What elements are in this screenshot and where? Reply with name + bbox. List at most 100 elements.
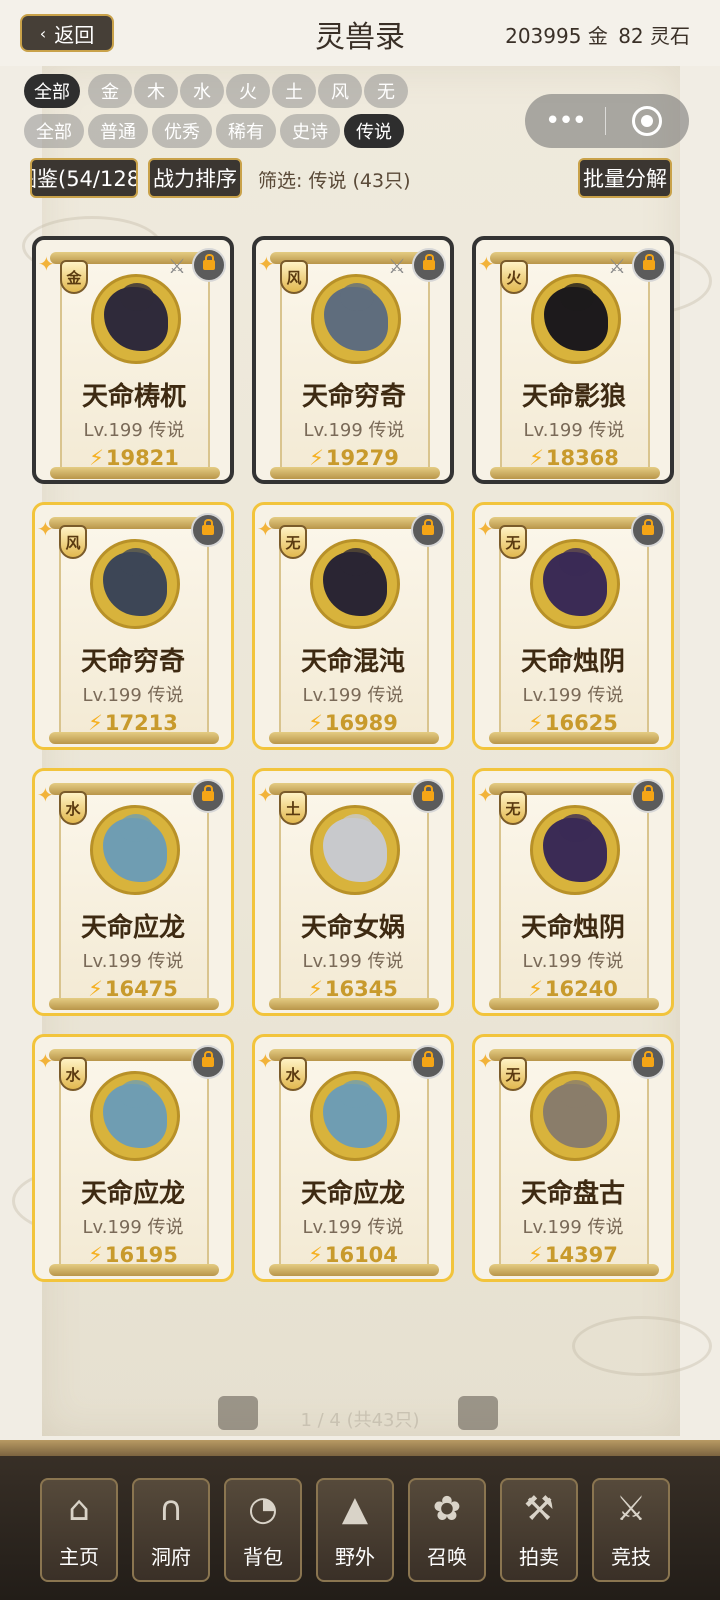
rarity-filter-chip[interactable]: 传说 — [344, 114, 404, 148]
element-filter-chip[interactable]: 风 — [318, 74, 362, 108]
lock-icon — [202, 519, 214, 535]
beast-card[interactable]: ✦ 无 天命混沌 Lv.199 传说 ⚡16989 — [252, 502, 454, 750]
element-badge: 无 — [499, 791, 527, 825]
stone-amount: 82 灵石 — [618, 24, 690, 48]
beast-image-head — [339, 814, 373, 842]
element-filter-chip[interactable]: 木 — [134, 74, 178, 108]
beast-card[interactable]: ✦ 无 天命盘古 Lv.199 传说 ⚡14397 — [472, 1034, 674, 1282]
collection-label: 图鉴(54/128) — [32, 167, 136, 191]
beast-power: ⚡16989 — [255, 711, 451, 735]
lock-icon — [643, 254, 655, 270]
beast-portrait — [310, 539, 400, 629]
auction-icon: ⚒ — [523, 1489, 555, 1529]
wilderness-icon: ▲ — [341, 1489, 369, 1529]
power-value: 14397 — [544, 1243, 618, 1267]
nav-item[interactable]: ∩ 洞府 — [132, 1478, 210, 1582]
lock-button[interactable] — [632, 248, 666, 282]
nav-item[interactable]: ⚔ 竞技 — [592, 1478, 670, 1582]
sparkle-icon: ✦ — [477, 783, 494, 807]
beast-level: Lv.199 传说 — [82, 1217, 184, 1238]
beast-name: 天命烛阴 — [520, 647, 625, 677]
beast-name: 天命影狼 — [521, 382, 626, 412]
lock-button[interactable] — [411, 779, 445, 813]
nav-item[interactable]: ✿ 召唤 — [408, 1478, 486, 1582]
nav-item[interactable]: ⌂ 主页 — [40, 1478, 118, 1582]
sparkle-icon: ✦ — [257, 1049, 274, 1073]
element-badge: 水 — [59, 791, 87, 825]
beast-portrait — [90, 805, 180, 895]
close-miniprogram-button[interactable] — [606, 106, 688, 136]
lightning-icon: ⚡ — [89, 446, 104, 470]
lightning-icon: ⚡ — [88, 711, 103, 735]
batch-decompose-button[interactable]: 批量分解 — [578, 158, 672, 198]
beast-card[interactable]: ✦ 火 ⚔ 天命影狼 Lv.199 传说 ⚡18368 — [472, 236, 674, 484]
sort-button[interactable]: 战力排序 — [148, 158, 242, 198]
nav-label: 竞技 — [611, 1545, 651, 1569]
sort-label: 战力排序 — [153, 167, 237, 191]
beast-image-head — [119, 1080, 153, 1108]
rarity-filter-chip[interactable]: 优秀 — [152, 114, 212, 148]
beast-card[interactable]: ✦ 土 天命女娲 Lv.199 传说 ⚡16345 — [252, 768, 454, 1016]
element-badge: 金 — [60, 260, 88, 294]
nav-item[interactable]: ▲ 野外 — [316, 1478, 394, 1582]
bag-icon: ◔ — [248, 1489, 278, 1529]
beast-card[interactable]: ✦ 风 天命穷奇 Lv.199 传说 ⚡17213 — [32, 502, 234, 750]
sparkle-icon: ✦ — [37, 1049, 54, 1073]
element-filter-chip[interactable]: 水 — [180, 74, 224, 108]
rarity-filter-chip[interactable]: 稀有 — [216, 114, 276, 148]
sparkle-icon: ✦ — [37, 783, 54, 807]
lock-icon — [422, 785, 434, 801]
element-filter-chip[interactable]: 全部 — [24, 74, 80, 108]
beast-card[interactable]: ✦ 无 天命烛阴 Lv.199 传说 ⚡16625 — [472, 502, 674, 750]
beast-image-head — [559, 1080, 593, 1108]
lock-button[interactable] — [631, 779, 665, 813]
sparkle-icon: ✦ — [477, 517, 494, 541]
lock-button[interactable] — [631, 513, 665, 547]
summon-icon: ✿ — [432, 1489, 462, 1529]
lock-button[interactable] — [192, 248, 226, 282]
nav-item[interactable]: ◔ 背包 — [224, 1478, 302, 1582]
beast-portrait — [90, 539, 180, 629]
cloud-decoration — [572, 1316, 712, 1376]
element-filter-chip[interactable]: 金 — [88, 74, 132, 108]
element-filter-chip[interactable]: 火 — [226, 74, 270, 108]
rarity-filter-chip[interactable]: 普通 — [88, 114, 148, 148]
beast-card[interactable]: ✦ 金 ⚔ 天命梼杌 Lv.199 传说 ⚡19821 — [32, 236, 234, 484]
nav-label: 主页 — [59, 1545, 99, 1569]
beast-card[interactable]: ✦ 风 ⚔ 天命穷奇 Lv.199 传说 ⚡19279 — [252, 236, 454, 484]
gold-amount: 203995 金 — [505, 24, 608, 48]
lock-button[interactable] — [191, 513, 225, 547]
nav-item[interactable]: ⚒ 拍卖 — [500, 1478, 578, 1582]
rarity-filter-chip[interactable]: 全部 — [24, 114, 84, 148]
lightning-icon: ⚡ — [528, 1243, 543, 1267]
beast-card[interactable]: ✦ 水 天命应龙 Lv.199 传说 ⚡16475 — [32, 768, 234, 1016]
rarity-filter-chip[interactable]: 史诗 — [280, 114, 340, 148]
collection-button[interactable]: 图鉴(54/128) — [30, 158, 138, 198]
lock-button[interactable] — [411, 513, 445, 547]
beast-image-head — [120, 283, 154, 311]
crossed-swords-icon: ⚔ — [388, 254, 406, 278]
lock-button[interactable] — [631, 1045, 665, 1079]
power-value: 16625 — [544, 711, 618, 735]
more-icon[interactable]: ••• — [525, 106, 605, 136]
element-filter-chip[interactable]: 土 — [272, 74, 316, 108]
beast-name: 天命应龙 — [80, 913, 185, 943]
lock-button[interactable] — [191, 1045, 225, 1079]
element-filter-chip[interactable]: 无 — [364, 74, 408, 108]
power-value: 16104 — [324, 1243, 398, 1267]
next-page-button[interactable] — [458, 1396, 498, 1430]
beast-power: ⚡16195 — [35, 1243, 231, 1267]
lock-icon — [202, 785, 214, 801]
lock-button[interactable] — [411, 1045, 445, 1079]
lightning-icon: ⚡ — [88, 1243, 103, 1267]
lock-icon — [202, 1051, 214, 1067]
lock-button[interactable] — [412, 248, 446, 282]
beast-power: ⚡16104 — [255, 1243, 451, 1267]
beast-power: ⚡17213 — [35, 711, 231, 735]
beast-card[interactable]: ✦ 水 天命应龙 Lv.199 传说 ⚡16195 — [32, 1034, 234, 1282]
beast-card[interactable]: ✦ 水 天命应龙 Lv.199 传说 ⚡16104 — [252, 1034, 454, 1282]
beast-portrait — [530, 1071, 620, 1161]
lock-button[interactable] — [191, 779, 225, 813]
power-value: 17213 — [104, 711, 178, 735]
beast-card[interactable]: ✦ 无 天命烛阴 Lv.199 传说 ⚡16240 — [472, 768, 674, 1016]
